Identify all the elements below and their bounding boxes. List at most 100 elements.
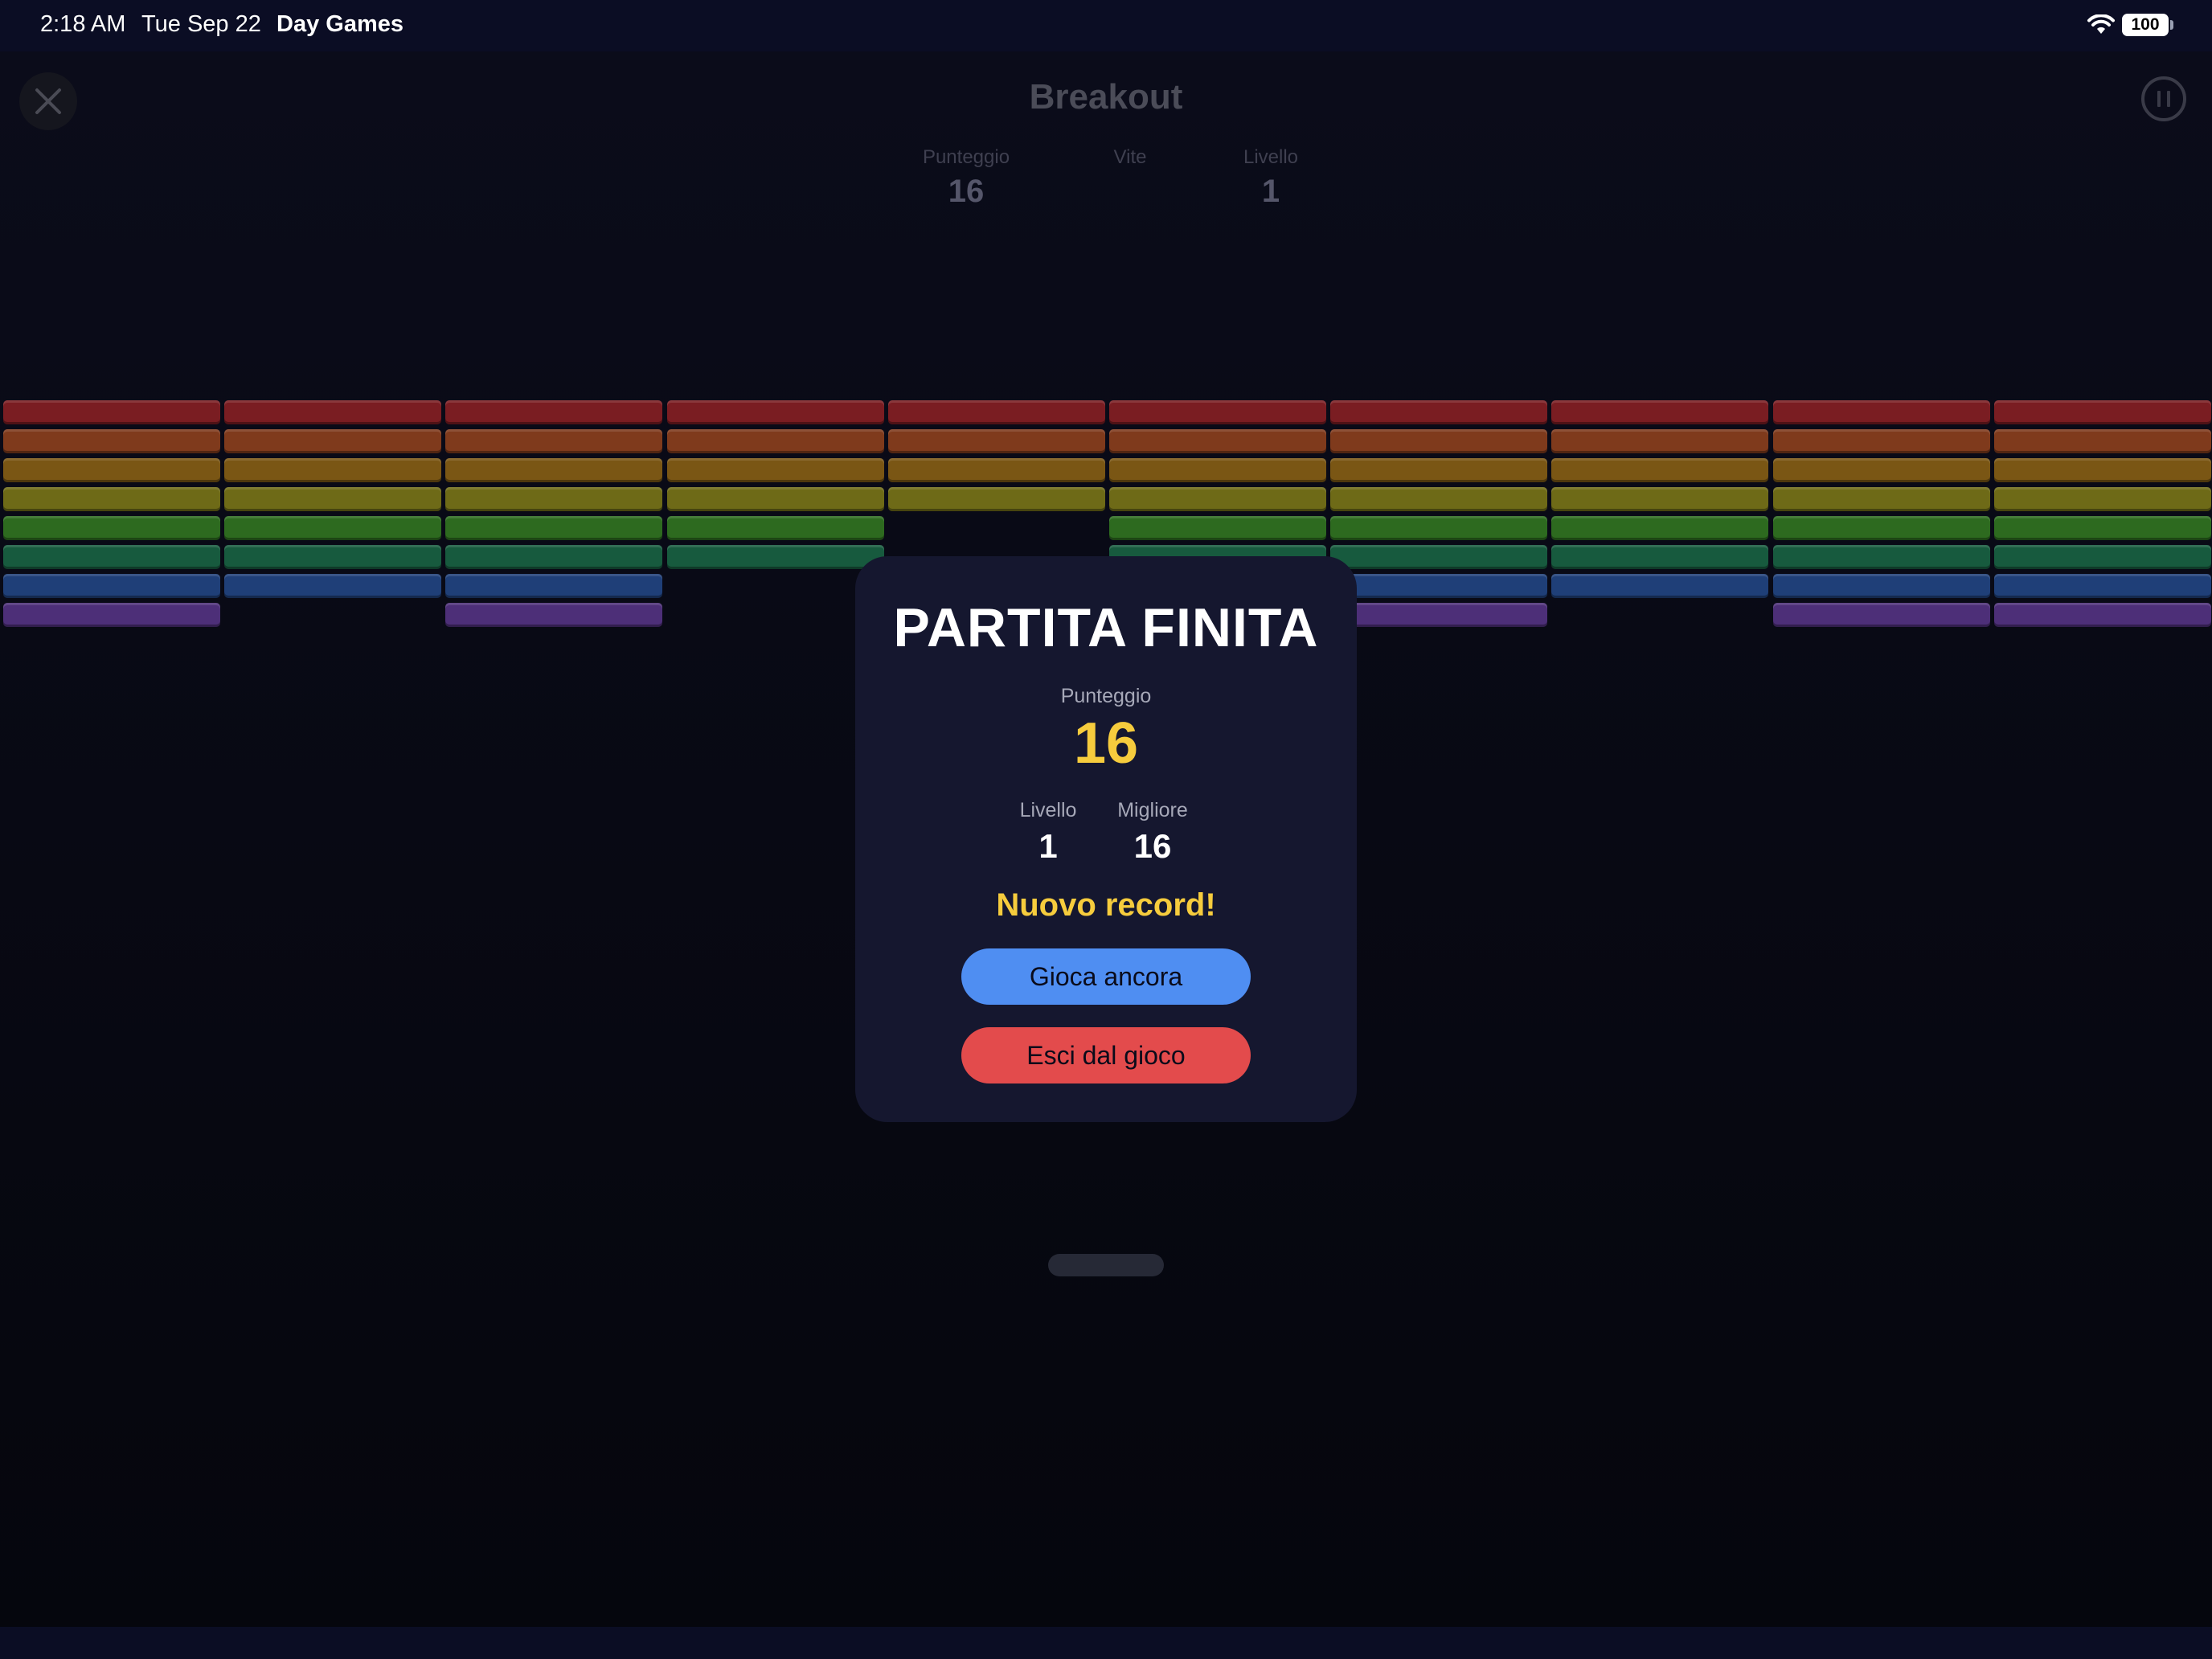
modal-level-value: 1 [1038,827,1058,865]
brick [445,603,663,627]
brick [1551,429,1769,453]
brick [445,458,663,482]
brick [1772,545,1990,569]
brick [445,400,663,424]
stat-score-label: Punteggio [922,146,1010,168]
modal-best-label: Migliore [1117,799,1188,821]
battery-icon: 100 [2122,14,2169,36]
brick [1551,574,1769,598]
stat-lives: Vite [1050,146,1210,209]
brick [1109,458,1326,482]
brick [3,516,220,540]
brick [1772,400,1990,424]
brick [1772,429,1990,453]
brick [1330,487,1548,511]
brick [445,574,663,598]
brick [1330,400,1548,424]
brick [3,574,220,598]
brick [666,400,884,424]
close-icon [35,88,61,114]
brick [887,429,1105,453]
brick [224,400,442,424]
brick [3,429,220,453]
brick [1330,574,1548,598]
status-bar: 2:18 AM Tue Sep 22 Day Games 100 [0,0,2212,51]
brick [224,574,442,598]
new-record-text: Nuovo record! [996,887,1216,923]
brick [1993,574,2211,598]
brick [1993,487,2211,511]
brick [1551,516,1769,540]
modal-title: PARTITA FINITA [893,597,1319,658]
brick [445,545,663,569]
brick [1772,574,1990,598]
brick [666,545,884,569]
status-time: 2:18 AM [40,11,126,37]
brick [1993,516,2211,540]
modal-score-value: 16 [1073,711,1139,776]
stat-score: Punteggio 16 [886,146,1047,210]
brick [3,400,220,424]
brick [666,429,884,453]
exit-game-button[interactable]: Esci dal gioco [961,1027,1251,1083]
brick [1109,429,1326,453]
brick [1993,429,2211,453]
play-again-button[interactable]: Gioca ancora [961,948,1251,1005]
stat-level-label: Livello [1243,146,1299,168]
brick [224,545,442,569]
brick [1330,458,1548,482]
brick [666,487,884,511]
brick [1330,603,1548,627]
brick [666,458,884,482]
brick [1330,516,1548,540]
wifi-icon [2087,14,2115,34]
brick [1551,458,1769,482]
brick [224,458,442,482]
paddle[interactable] [1048,1254,1164,1276]
status-app-name: Day Games [276,11,403,37]
brick [1993,400,2211,424]
stat-level-value: 1 [1261,174,1280,209]
close-button[interactable] [19,72,77,130]
battery-tip [2170,20,2173,30]
brick [1109,516,1326,540]
modal-best: Migliore 16 [1096,799,1209,866]
brick [887,400,1105,424]
brick [887,487,1105,511]
modal-best-value: 16 [1133,827,1172,865]
brick [445,429,663,453]
stat-lives-label: Vite [1113,146,1147,168]
brick [1993,545,2211,569]
brick [1772,603,1990,627]
game-over-modal: PARTITA FINITA Punteggio 16 Livello 1 Mi… [855,556,1357,1122]
brick [1772,458,1990,482]
brick [1109,487,1326,511]
pause-button[interactable] [2141,76,2186,121]
brick [224,487,442,511]
brick [887,458,1105,482]
pause-icon [2157,91,2170,107]
brick [1551,400,1769,424]
modal-level: Livello 1 [992,799,1104,866]
brick [1330,545,1548,569]
stat-lives-value [1050,174,1210,209]
brick [1330,429,1548,453]
brick [1551,545,1769,569]
brick [445,516,663,540]
brick [1772,487,1990,511]
brick [1551,487,1769,511]
brick [1993,603,2211,627]
brick [224,429,442,453]
brick [1993,458,2211,482]
brick [3,545,220,569]
status-date: Tue Sep 22 [141,11,261,37]
modal-level-label: Livello [1019,799,1077,821]
brick [3,603,220,627]
home-indicator-bar [0,1627,2212,1659]
stat-level: Livello 1 [1190,146,1351,210]
stat-score-value: 16 [948,174,985,209]
brick [445,487,663,511]
game-title: Breakout [1029,77,1183,117]
modal-score-label: Punteggio [1060,685,1152,707]
brick [3,487,220,511]
